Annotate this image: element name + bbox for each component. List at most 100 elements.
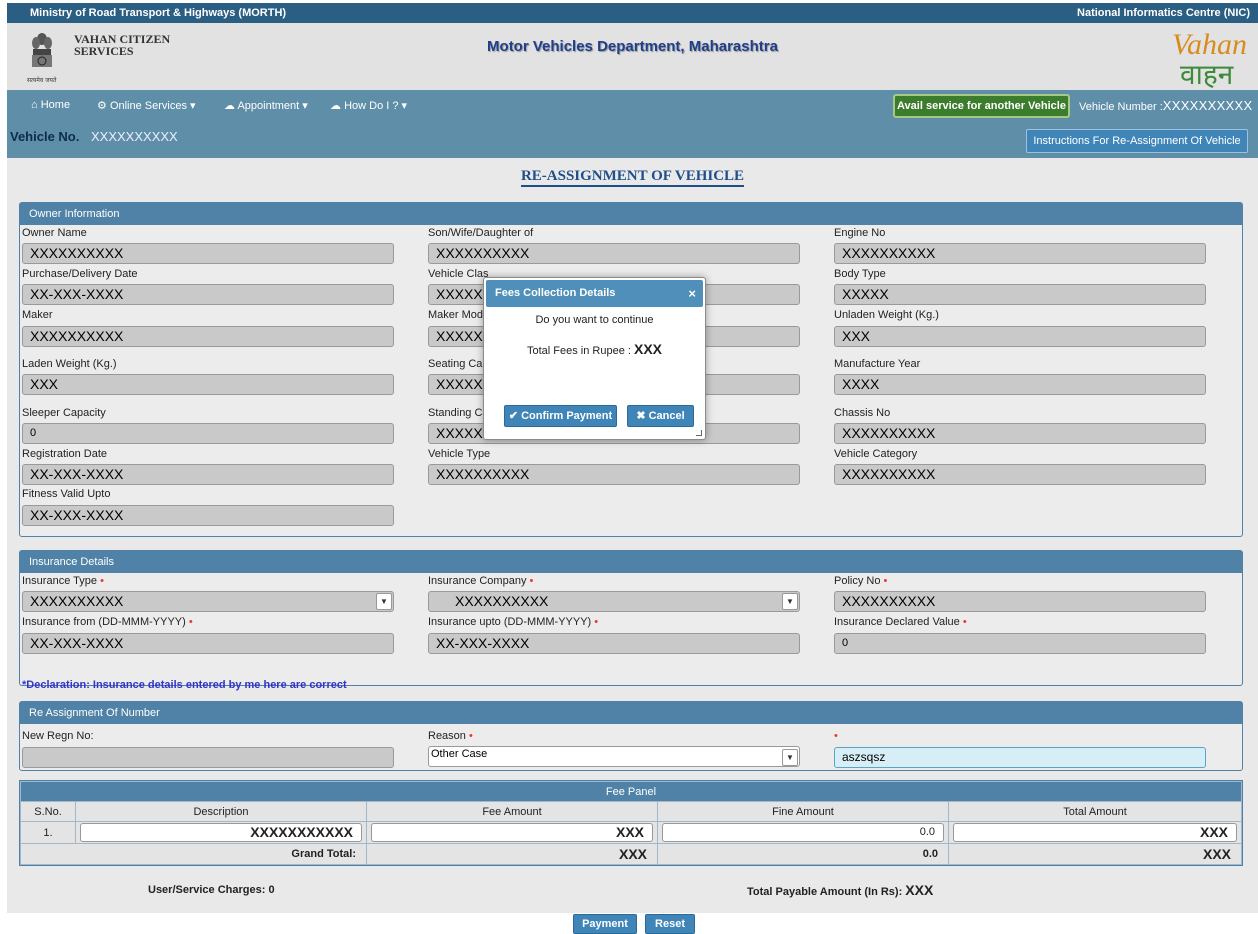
total-payable: Total Payable Amount (In Rs): XXX: [747, 882, 933, 898]
insurance-type-select[interactable]: XXXXXXXXXX ▼: [22, 591, 394, 612]
chevron-down-icon[interactable]: ▼: [782, 593, 798, 610]
vehicle-number-value: XXXXXXXXXX: [1162, 98, 1253, 113]
insurance-from-field[interactable]: XX-XXX-XXXX: [22, 633, 394, 654]
confirm-payment-label: Confirm Payment: [521, 410, 613, 422]
chevron-down-icon[interactable]: ▼: [782, 749, 798, 766]
nav-appointment-label: Appointment: [237, 100, 300, 112]
new-regn-field[interactable]: [22, 747, 394, 768]
vehicle-class-label: Vehicle Clas: [428, 268, 489, 280]
instructions-button[interactable]: Instructions For Re-Assignment Of Vehicl…: [1026, 129, 1248, 153]
registration-date-field[interactable]: XX-XXX-XXXX: [22, 464, 394, 485]
grand-total-label: Grand Total:: [20, 843, 367, 865]
nav-online-services[interactable]: ⚙ Online Services ▾: [97, 99, 196, 112]
col-fine-amount: Fine Amount: [657, 801, 949, 822]
fees-collection-dialog: Fees Collection Details × Do you want to…: [483, 277, 706, 440]
vehicle-category-field[interactable]: XXXXXXXXXX: [834, 464, 1206, 485]
registration-date-label: Registration Date: [22, 448, 107, 460]
cancel-label: Cancel: [648, 410, 685, 422]
policy-no-field[interactable]: XXXXXXXXXX: [834, 591, 1206, 612]
seating-cap-label: Seating Cap: [428, 358, 489, 370]
fitness-valid-field[interactable]: XX-XXX-XXXX: [22, 505, 394, 526]
cancel-button[interactable]: ✖ Cancel: [627, 405, 694, 427]
insurance-upto-field[interactable]: XX-XXX-XXXX: [428, 633, 800, 654]
grand-fee: XXX: [366, 843, 658, 865]
manufacture-year-field[interactable]: XXXX: [834, 374, 1206, 395]
confirm-payment-button[interactable]: ✔ Confirm Payment: [504, 405, 617, 427]
maker-label: Maker: [22, 309, 53, 321]
table-row: 1. XXXXXXXXXXX XXX 0.0 XXX: [20, 821, 1242, 844]
vehicle-type-field[interactable]: XXXXXXXXXX: [428, 464, 800, 485]
insurance-upto-label: Insurance upto (DD-MMM-YYYY) •: [428, 616, 598, 628]
row-total-cell: XXX: [948, 821, 1242, 844]
son-wife-field[interactable]: XXXXXXXXXX: [428, 243, 800, 264]
laden-weight-label: Laden Weight (Kg.): [22, 358, 117, 370]
national-emblem-icon: सत्यमेव जयते: [27, 33, 57, 84]
insurance-company-select[interactable]: XXXXXXXXXX ▼: [428, 591, 800, 612]
required-mark: •: [188, 616, 193, 628]
grand-total-row: Grand Total: XXX 0.0 XXX: [20, 843, 1242, 865]
nav-appointment[interactable]: ☁ Appointment ▾: [224, 99, 308, 112]
brand-header: सत्यमेव जयते VAHAN CITIZEN SERVICES Moto…: [7, 23, 1258, 90]
policy-no-label: Policy No •: [834, 575, 887, 587]
total-payable-value: XXX: [905, 882, 934, 898]
chevron-down-icon[interactable]: ▼: [376, 593, 392, 610]
purchase-date-field[interactable]: XX-XXX-XXXX: [22, 284, 394, 305]
insurance-company-value: XXXXXXXXXX: [455, 593, 549, 609]
insurance-declared-field[interactable]: 0: [834, 633, 1206, 654]
sleeper-capacity-field[interactable]: 0: [22, 423, 394, 444]
close-icon[interactable]: ×: [688, 280, 696, 307]
dialog-header: Fees Collection Details ×: [486, 280, 703, 307]
cloud-icon: ☁: [330, 100, 341, 112]
engine-no-field[interactable]: XXXXXXXXXX: [834, 243, 1206, 264]
vahan-logo-en: Vahan: [1172, 28, 1247, 61]
owner-name-field[interactable]: XXXXXXXXXX: [22, 243, 394, 264]
col-sno: S.No.: [20, 801, 76, 822]
row-fine-cell: 0.0: [657, 821, 949, 844]
manufacture-year-label: Manufacture Year: [834, 358, 921, 370]
col-total-amount: Total Amount: [948, 801, 1242, 822]
reassign-text-input[interactable]: aszsqsz: [834, 747, 1206, 768]
body-type-label: Body Type: [834, 268, 886, 280]
maker-field[interactable]: XXXXXXXXXX: [22, 326, 394, 347]
maker-model-label: Maker Mode: [428, 309, 490, 321]
payment-button[interactable]: Payment: [573, 914, 637, 934]
vahan-logo-hi: वाहन: [1180, 58, 1234, 88]
row-fee[interactable]: XXX: [371, 823, 653, 842]
dialog-question: Do you want to continue: [535, 314, 654, 326]
page-title: RE-ASSIGNMENT OF VEHICLE: [7, 168, 1258, 187]
engine-no-label: Engine No: [834, 227, 886, 239]
cloud-icon: ☁: [224, 100, 235, 112]
vehicle-no-label: Vehicle No.: [10, 129, 80, 144]
avail-service-button[interactable]: Avail service for another Vehicle: [893, 94, 1070, 118]
required-mark: •: [883, 575, 888, 587]
vehicle-bar: Vehicle No. XXXXXXXXXX Instructions For …: [7, 121, 1258, 158]
insurance-upto-label-text: Insurance upto (DD-MMM-YYYY): [428, 616, 592, 628]
grand-fine: 0.0: [657, 843, 949, 865]
vehicle-category-label: Vehicle Category: [834, 448, 918, 460]
reassignment-panel: Re Assignment Of Number New Regn No: Rea…: [19, 701, 1243, 771]
caret-down-icon: ▾: [302, 100, 308, 112]
close-icon: ✖: [636, 410, 646, 422]
insurance-company-label: Insurance Company •: [428, 575, 533, 587]
unladen-weight-field[interactable]: XXX: [834, 326, 1206, 347]
total-payable-label: Total Payable Amount (In Rs):: [747, 886, 903, 898]
insurance-type-value: XXXXXXXXXX: [30, 593, 124, 609]
insurance-from-label: Insurance from (DD-MMM-YYYY) •: [22, 616, 193, 628]
nav-home[interactable]: ⌂ Home: [31, 99, 70, 111]
row-total[interactable]: XXX: [953, 823, 1237, 842]
reason-select[interactable]: Other Case ▼: [428, 746, 800, 767]
reset-button[interactable]: Reset: [645, 914, 695, 934]
laden-weight-field[interactable]: XXX: [22, 374, 394, 395]
nav-how-do-i[interactable]: ☁ How Do I ? ▾: [330, 99, 407, 112]
owner-name-label: Owner Name: [22, 227, 87, 239]
policy-no-label-text: Policy No: [834, 575, 881, 587]
body-type-field[interactable]: XXXXX: [834, 284, 1206, 305]
vahan-logo: Vahan वाहन: [1172, 28, 1247, 88]
purchase-date-label: Purchase/Delivery Date: [22, 268, 138, 280]
resize-handle[interactable]: [696, 430, 702, 436]
row-fine[interactable]: 0.0: [662, 823, 944, 842]
home-icon: ⌂: [31, 99, 38, 111]
chassis-no-field[interactable]: XXXXXXXXXX: [834, 423, 1206, 444]
caret-down-icon: ▾: [190, 100, 196, 112]
row-description[interactable]: XXXXXXXXXXX: [80, 823, 362, 842]
